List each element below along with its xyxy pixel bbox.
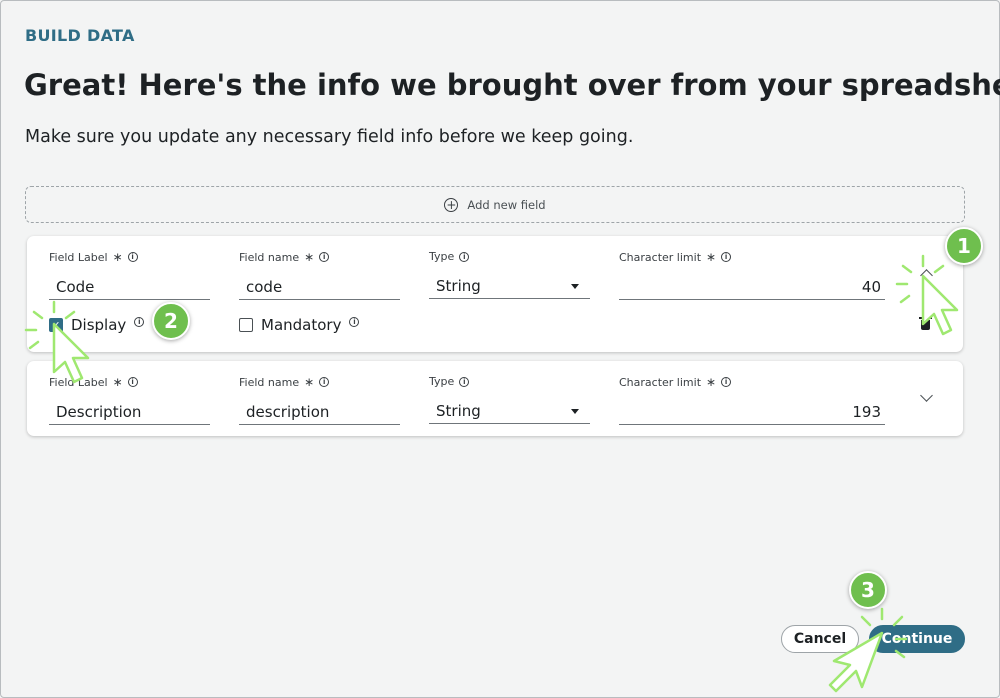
section-eyebrow: BUILD DATA [25, 26, 135, 45]
char-limit-group: Character limit ∗ i 193 [619, 375, 885, 425]
caret-down-icon [571, 283, 579, 289]
cursor-highlight-3-icon [828, 607, 908, 693]
field-label-caption: Field Label [49, 250, 108, 264]
char-limit-input[interactable]: 40 [619, 272, 885, 300]
field-name-input[interactable]: description [239, 397, 400, 425]
mandatory-label: Mandatory [261, 316, 342, 334]
cursor-highlight-1-icon [895, 254, 959, 336]
field-name-caption: Field name [239, 375, 300, 389]
char-limit-group: Character limit ∗ i 40 [619, 250, 885, 300]
plus-circle-icon: + [444, 197, 459, 212]
cursor-highlight-2-icon [24, 300, 90, 384]
info-icon[interactable]: i [319, 252, 330, 262]
type-group: Type i String [429, 375, 590, 424]
info-icon[interactable]: i [721, 252, 732, 262]
type-caption: Type [429, 250, 455, 263]
field-name-caption: Field name [239, 250, 300, 264]
page-subtitle: Make sure you update any necessary field… [25, 127, 634, 147]
type-select[interactable]: String [429, 271, 590, 299]
info-icon[interactable]: i [319, 377, 330, 387]
caret-down-icon [571, 408, 579, 414]
page-title: Great! Here's the info we brought over f… [24, 68, 1000, 102]
required-mark: ∗ [112, 250, 123, 264]
required-mark: ∗ [304, 375, 315, 389]
info-icon[interactable]: i [134, 317, 145, 327]
type-caption: Type [429, 375, 455, 388]
info-icon[interactable]: i [459, 251, 470, 262]
add-new-field-button[interactable]: + Add new field [25, 186, 965, 223]
char-limit-input[interactable]: 193 [619, 397, 885, 425]
type-group: Type i String [429, 250, 590, 299]
info-icon[interactable]: i [127, 252, 138, 262]
mandatory-checkbox[interactable] [239, 318, 253, 332]
add-new-field-label: Add new field [467, 197, 546, 212]
required-mark: ∗ [706, 250, 717, 264]
field-name-input[interactable]: code [239, 272, 400, 300]
field-label-input[interactable]: Description [49, 397, 210, 425]
field-name-group: Field name ∗ i code [239, 250, 400, 300]
chevron-down-icon[interactable] [920, 389, 933, 402]
annotation-badge-3: 3 [849, 571, 887, 609]
annotation-badge-2: 2 [152, 302, 190, 340]
mandatory-checkbox-row[interactable]: Mandatory i [239, 316, 360, 334]
required-mark: ∗ [112, 375, 123, 389]
char-limit-caption: Character limit [619, 250, 702, 264]
info-icon[interactable]: i [721, 377, 732, 387]
info-icon[interactable]: i [127, 377, 138, 387]
field-name-group: Field name ∗ i description [239, 375, 400, 425]
annotation-badge-1: 1 [945, 227, 983, 265]
required-mark: ∗ [304, 250, 315, 264]
info-icon[interactable]: i [459, 376, 470, 387]
field-label-input[interactable]: Code [49, 272, 210, 300]
info-icon[interactable]: i [349, 317, 360, 327]
type-select[interactable]: String [429, 396, 590, 424]
required-mark: ∗ [706, 375, 717, 389]
field-label-group: Field Label ∗ i Code [49, 250, 210, 300]
field-card-description: Field Label ∗ i Description Field name ∗… [27, 361, 963, 436]
char-limit-caption: Character limit [619, 375, 702, 389]
